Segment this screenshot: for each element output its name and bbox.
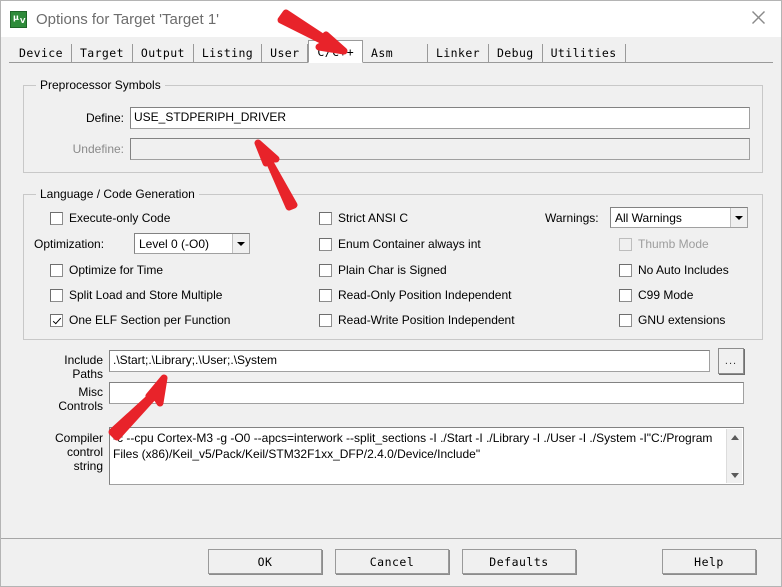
keil-uvision-logo-icon: μV [10,10,27,28]
checkbox-box [319,211,332,225]
c-cpp-tab-page: Preprocessor Symbols Define: USE_STDPERI… [9,62,773,538]
checkbox-no-auto-includes[interactable]: No Auto Includes [619,263,729,277]
tab-strip: Device Target Output Listing User C/C++ … [9,37,773,63]
optimization-label: Optimization: [34,237,105,251]
tab-user[interactable]: User [262,44,309,62]
tab-asm[interactable]: Asm [363,44,429,62]
checkbox-box [50,263,63,277]
include-paths-browse-label: ... [724,355,738,367]
preprocessor-symbols-group: Preprocessor Symbols Define: USE_STDPERI… [23,78,763,173]
misc-controls-label-line2: Controls [58,399,103,413]
checkbox-label: Plain Char is Signed [338,263,447,277]
optimization-value: Level 0 (-O0) [139,236,210,251]
checkbox-enum-container-always-int[interactable]: Enum Container always int [319,237,481,251]
tab-utilities[interactable]: Utilities [542,44,626,62]
checkbox-optimize-for-time[interactable]: Optimize for Time [50,263,163,277]
language-code-generation-group: Language / Code Generation Execute-only … [23,187,763,340]
include-paths-input[interactable]: .\Start;.\Library;.\User;.\System [109,350,710,372]
include-paths-label-line2: Paths [72,367,103,381]
checkbox-thumb-mode[interactable]: Thumb Mode [619,237,709,251]
compiler-control-string-label-line1: Compiler [54,431,103,445]
warnings-value: All Warnings [615,210,682,225]
checkbox-label: One ELF Section per Function [69,313,231,327]
defaults-button[interactable]: Defaults [462,549,576,574]
tab-output[interactable]: Output [132,44,194,62]
checkbox-label: Strict ANSI C [338,211,409,225]
tab-target[interactable]: Target [71,44,133,62]
checkbox-box [50,211,63,225]
title-bar: μV Options for Target 'Target 1' [1,1,781,37]
compiler-string-scrollbar[interactable] [726,429,742,483]
checkbox-label: Read-Only Position Independent [338,288,512,302]
close-icon[interactable] [735,1,781,33]
include-paths-label-line1: Include [64,353,103,367]
checkbox-box [619,313,632,327]
tab-c-cpp[interactable]: C/C++ [308,40,364,63]
checkbox-one-elf-section-per-function[interactable]: One ELF Section per Function [50,313,230,327]
compiler-control-string-label-line3: string [73,459,103,473]
checkbox-label: Thumb Mode [638,237,709,251]
undefine-label: Undefine: [72,142,124,156]
checkbox-label: Optimize for Time [69,263,164,277]
checkbox-label: Read-Write Position Independent [338,313,515,327]
chevron-down-icon[interactable] [232,234,249,253]
help-button[interactable]: Help [662,549,756,574]
misc-controls-label-line1: Misc [78,385,103,399]
checkbox-box [619,237,632,251]
undefine-input[interactable] [130,138,750,160]
checkbox-box [319,263,332,277]
tab-listing[interactable]: Listing [193,44,263,62]
tab-debug[interactable]: Debug [488,44,543,62]
checkbox-label: Enum Container always int [338,237,481,251]
checkbox-c99-mode[interactable]: C99 Mode [619,288,693,302]
optimization-select[interactable]: Level 0 (-O0) [134,233,250,254]
checkbox-plain-char-is-signed[interactable]: Plain Char is Signed [319,263,447,277]
checkbox-label: Split Load and Store Multiple [69,288,223,302]
compiler-control-string-value: -c --cpu Cortex-M3 -g -O0 --apcs=interwo… [113,431,713,461]
compiler-control-string-label-line2: control [66,445,103,459]
checkbox-box [50,313,63,327]
tab-linker[interactable]: Linker [428,44,489,62]
checkbox-read-only-position-independent[interactable]: Read-Only Position Independent [319,288,511,302]
checkbox-execute-only-code[interactable]: Execute-only Code [50,211,170,225]
define-label: Define: [85,111,124,125]
checkbox-box [319,313,332,327]
checkbox-gnu-extensions[interactable]: GNU extensions [619,313,725,327]
checkbox-box [50,288,63,302]
define-input[interactable]: USE_STDPERIPH_DRIVER [130,107,750,129]
checkbox-label: No Auto Includes [638,263,729,277]
preprocessor-symbols-legend: Preprocessor Symbols [36,78,165,92]
misc-controls-input[interactable] [109,382,744,404]
options-dialog: μV Options for Target 'Target 1' Device … [0,0,782,587]
include-paths-browse-button[interactable]: ... [718,348,744,374]
checkbox-strict-ansi-c[interactable]: Strict ANSI C [319,211,408,225]
checkbox-read-write-position-independent[interactable]: Read-Write Position Independent [319,313,515,327]
scroll-up-icon[interactable] [727,429,742,445]
checkbox-box [319,237,332,251]
ok-button[interactable]: OK [208,549,322,574]
checkbox-label: C99 Mode [638,288,694,302]
checkbox-box [619,263,632,277]
checkbox-split-load-and-store-multiple[interactable]: Split Load and Store Multiple [50,288,222,302]
cancel-button[interactable]: Cancel [335,549,449,574]
warnings-label: Warnings: [545,211,599,225]
chevron-down-icon[interactable] [730,208,747,227]
checkbox-box [619,288,632,302]
window-title: Options for Target 'Target 1' [36,10,220,28]
checkbox-label: Execute-only Code [69,211,171,225]
scroll-down-icon[interactable] [727,467,742,483]
warnings-select[interactable]: All Warnings [610,207,748,228]
compiler-control-string-textarea[interactable]: -c --cpu Cortex-M3 -g -O0 --apcs=interwo… [109,427,744,485]
language-code-generation-legend: Language / Code Generation [36,187,199,201]
checkbox-label: GNU extensions [638,313,726,327]
checkbox-box [319,288,332,302]
tab-device[interactable]: Device [9,44,72,62]
dialog-button-bar: OK Cancel Defaults Help [1,538,781,586]
